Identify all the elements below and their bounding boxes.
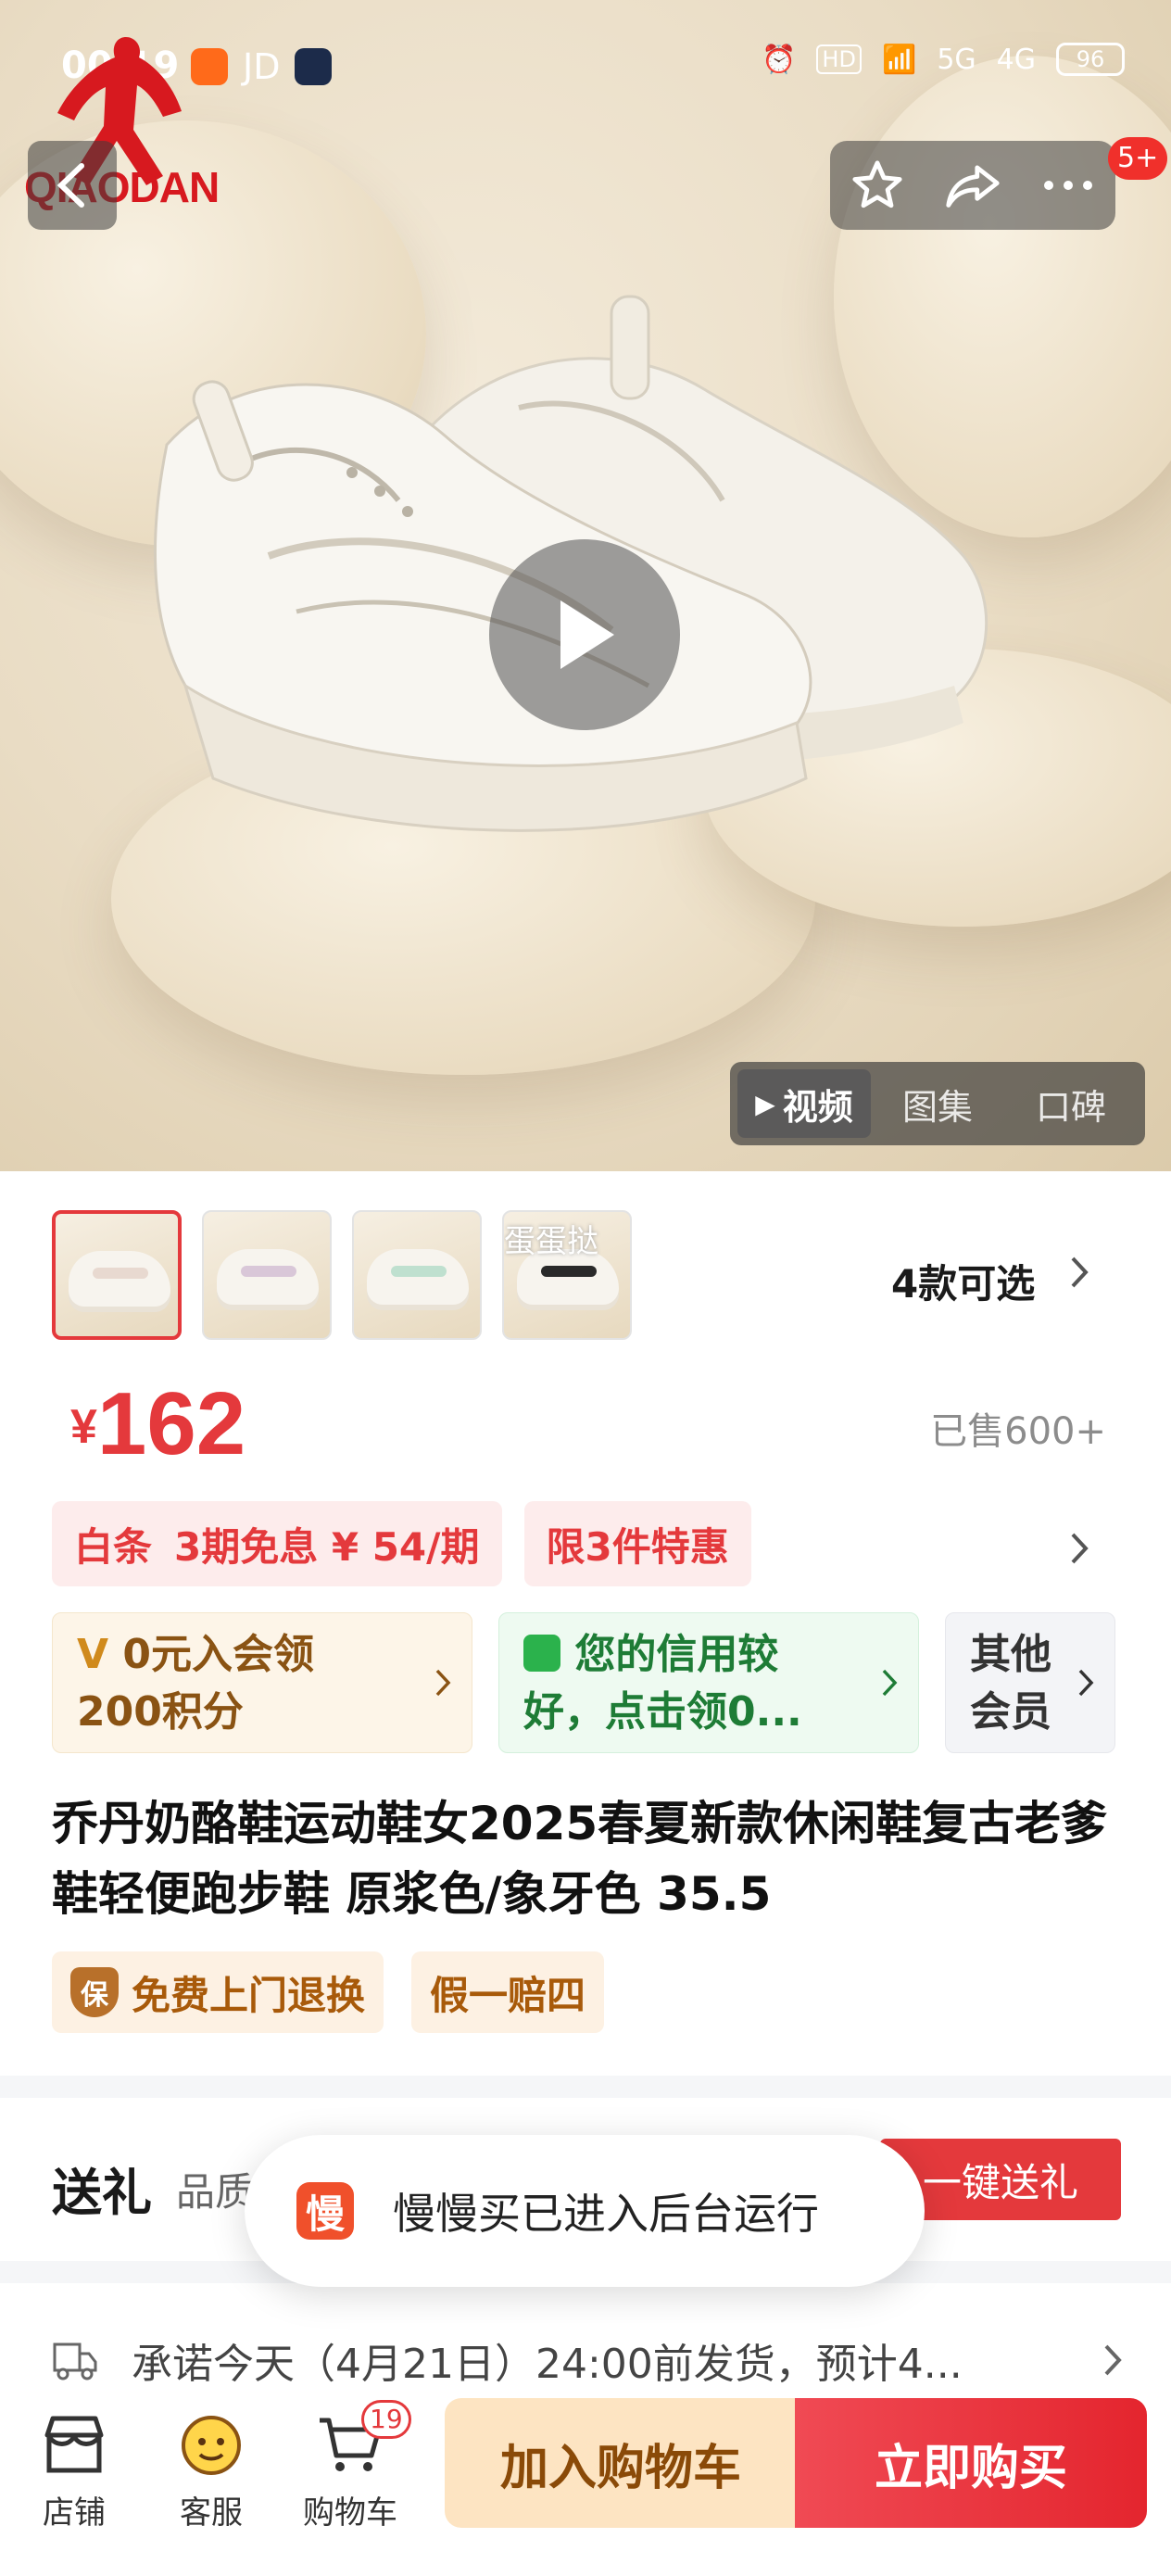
variant-thumb-4[interactable]: 蛋蛋挞 xyxy=(502,1210,632,1340)
shipping-text: 承诺今天（4月21日）24:00前发货，预计4... xyxy=(132,2341,963,2388)
app-icon: 慢 xyxy=(296,2182,354,2240)
alarm-icon: ⏰ xyxy=(762,43,797,76)
gift-section-subtitle: 品质 xyxy=(176,2169,255,2215)
hd-icon: HD xyxy=(816,44,862,74)
chevron-right-icon xyxy=(1078,1669,1094,1697)
section-divider xyxy=(0,2076,1171,2098)
battery-icon: 96 xyxy=(1056,43,1125,76)
mail-icon xyxy=(295,48,332,85)
vip-v-icon: V xyxy=(77,1631,109,1678)
top-action-group xyxy=(830,141,1115,230)
variant-thumbnails: 蛋蛋挞 xyxy=(52,1210,632,1340)
add-to-cart-button[interactable]: 加入购物车 xyxy=(445,2398,797,2528)
chevron-right-icon xyxy=(1071,1256,1089,1288)
wifi-icon: 📶 xyxy=(881,43,917,76)
store-nav[interactable]: 店铺 xyxy=(19,2404,130,2532)
chevron-left-icon xyxy=(57,163,84,208)
store-icon xyxy=(44,2416,104,2473)
shipping-row[interactable]: 承诺今天（4月21日）24:00前发货，预计4... xyxy=(52,2328,1127,2393)
favorite-star-icon[interactable] xyxy=(850,158,904,212)
free-return-tag[interactable]: 保 免费上门退换 xyxy=(52,1951,384,2033)
cart-nav[interactable]: 19 购物车 xyxy=(295,2400,411,2532)
share-icon[interactable] xyxy=(944,158,1001,212)
sold-count: 已售600+ xyxy=(930,1410,1106,1453)
message-badge: 5+ xyxy=(1108,137,1168,180)
buy-now-button[interactable]: 立即购买 xyxy=(795,2398,1147,2528)
tab-video[interactable]: ▶ 视频 xyxy=(737,1069,871,1138)
back-button[interactable] xyxy=(28,141,117,230)
chevron-right-icon xyxy=(1104,2344,1122,2376)
jd-label: JD xyxy=(243,46,281,87)
service-tags: 保 免费上门退换 假一赔四 xyxy=(52,1951,605,2033)
shield-icon: 保 xyxy=(70,1967,119,2017)
fake-compensation-tag[interactable]: 假一赔四 xyxy=(411,1951,605,2033)
media-tabs: ▶ 视频 图集 口碑 xyxy=(730,1062,1145,1145)
other-membership-card[interactable]: 其他 会员 xyxy=(945,1612,1115,1753)
variant-thumb-2[interactable] xyxy=(202,1210,332,1340)
product-hero-image[interactable]: 00:19 JD ⏰ HD 📶 5G 4G 96 QIAODAN 5+ ▶视频 … xyxy=(0,0,1171,1171)
baitiao-installment-badge[interactable]: 白条 3期免息 ¥ 54/期 xyxy=(52,1501,502,1586)
play-icon xyxy=(560,600,614,669)
signal-4g-icon: 4G xyxy=(996,43,1036,76)
shopping-bag-icon xyxy=(523,1635,560,1672)
tab-gallery[interactable]: 图集 xyxy=(871,1069,1004,1138)
member-points-card[interactable]: V 0元入会领 200积分 xyxy=(52,1612,472,1753)
promo-row[interactable]: 白条 3期免息 ¥ 54/期 限3件特惠 xyxy=(52,1501,751,1586)
thumb-watermark: 蛋蛋挞 xyxy=(504,1223,598,1260)
tab-reviews[interactable]: 口碑 xyxy=(1004,1069,1138,1138)
delivery-truck-icon xyxy=(53,2342,97,2380)
play-video-button[interactable] xyxy=(489,539,680,730)
more-icon[interactable] xyxy=(1041,176,1095,195)
customer-service-nav[interactable]: 客服 xyxy=(156,2404,267,2532)
credit-offer-card[interactable]: 您的信用较 好，点击领0... xyxy=(498,1612,919,1753)
background-running-toast: 慢 慢慢买已进入后台运行 xyxy=(245,2135,925,2287)
chevron-right-icon xyxy=(882,1669,898,1697)
product-title: 乔丹奶酪鞋运动鞋女2025春夏新款休闲鞋复古老爹鞋轻便跑步鞋 原浆色/象牙色 3… xyxy=(52,1797,1108,1921)
chevron-right-icon xyxy=(1071,1533,1089,1564)
product-price: ¥162 xyxy=(70,1374,246,1473)
cart-count-badge: 19 xyxy=(361,2400,411,2439)
gift-section-title: 送礼 xyxy=(52,2164,152,2222)
customer-service-icon xyxy=(182,2416,241,2475)
play-small-icon: ▶ xyxy=(755,1088,775,1119)
bottom-action-bar: 店铺 客服 19 购物车 加入购物车 立即购买 xyxy=(0,2394,1171,2576)
variant-thumb-3[interactable] xyxy=(352,1210,482,1340)
styles-available-link[interactable]: 4款可选 xyxy=(891,1253,1035,1309)
toast-message: 慢慢买已进入后台运行 xyxy=(393,2189,819,2239)
membership-cards: V 0元入会领 200积分 您的信用较 好，点击领0... 其他 会员 xyxy=(52,1612,1115,1753)
chevron-right-icon xyxy=(435,1669,451,1697)
limit-offer-badge[interactable]: 限3件特惠 xyxy=(523,1501,751,1586)
signal-5g-icon: 5G xyxy=(937,43,976,76)
variant-thumb-1[interactable] xyxy=(52,1210,182,1340)
